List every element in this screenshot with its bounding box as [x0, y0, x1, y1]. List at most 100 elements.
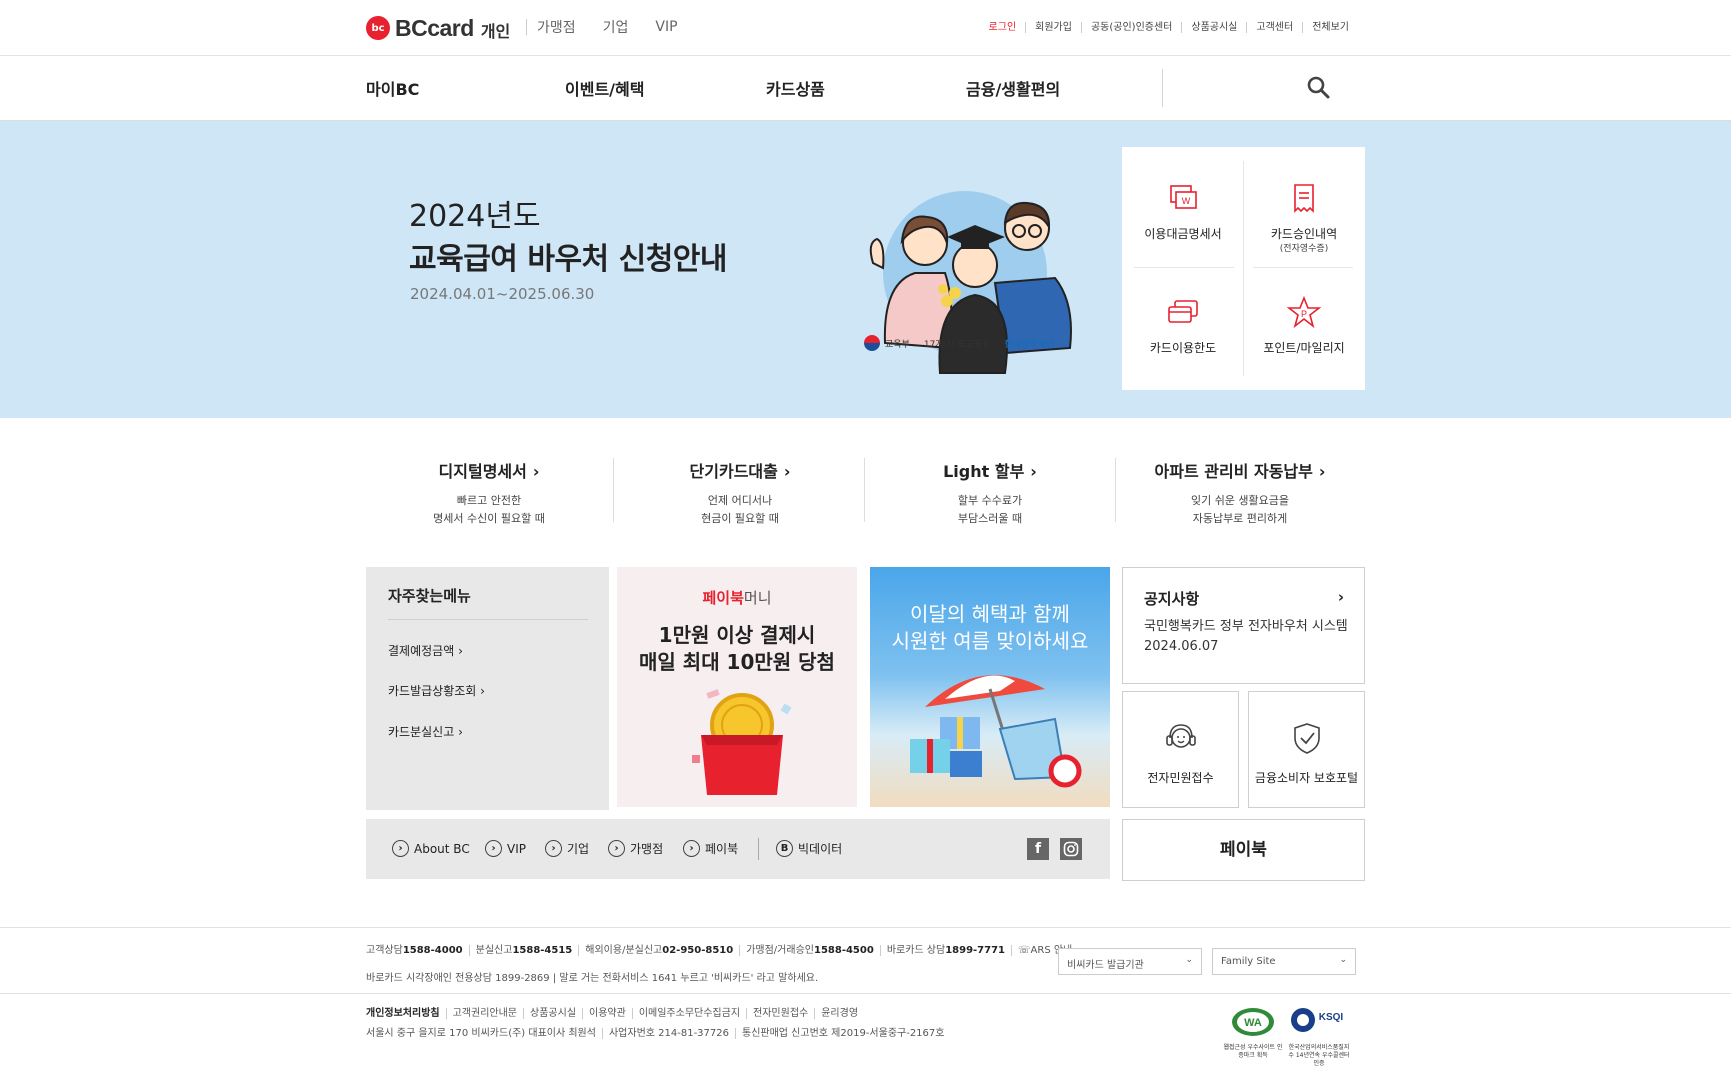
- frequent-menu-divider: [388, 619, 588, 620]
- service-divider: [613, 458, 614, 522]
- family-site-select[interactable]: Family Site ⌄: [1212, 948, 1356, 975]
- partner-kosaf: 한국장학재단: [1004, 339, 1055, 350]
- tile-label: 금융소비자 보호포털: [1254, 771, 1359, 785]
- search-icon[interactable]: [1306, 75, 1330, 99]
- hero-year: 2024년도: [409, 199, 541, 234]
- contact-item: 바로카드 상담1899-7771: [879, 945, 1011, 956]
- quick-points-mileage[interactable]: P 포인트/마일리지: [1249, 295, 1359, 405]
- contact-label: 고객상담: [366, 945, 403, 956]
- facebook-icon[interactable]: f: [1027, 838, 1049, 860]
- arrow-circle-icon: ›: [485, 840, 502, 857]
- service-desc: 할부 수수료가: [957, 494, 1023, 507]
- e-complaint-footer-link[interactable]: 전자민원접수: [746, 1008, 814, 1019]
- corporate-link-bar: › About BC › VIP › 기업 › 가맹점 › 페이북 B 빅데이터 f: [366, 819, 1110, 879]
- customer-center-link[interactable]: 고객센터: [1246, 22, 1302, 33]
- product-disclosure-link[interactable]: 상품공시실: [1181, 22, 1246, 33]
- service-title: 아파트 관리비 자동납부: [1154, 462, 1313, 481]
- arrow-circle-icon: ›: [392, 840, 409, 857]
- logo-wordmark: BCcard: [395, 14, 474, 41]
- link-vip[interactable]: › VIP: [485, 840, 526, 857]
- select-value: Family Site: [1221, 956, 1276, 967]
- link-label: 기업: [567, 842, 590, 856]
- signup-link[interactable]: 회원가입: [1025, 22, 1081, 33]
- service-desc: 부담스러울 때: [957, 512, 1023, 525]
- frequent-item-card-issue-status[interactable]: 카드발급상황조회 ›: [388, 682, 485, 699]
- notice-panel[interactable]: 공지사항 › 국민행복카드 정부 전자바우처 시스템2024.06.07: [1122, 567, 1365, 684]
- footer-accessibility-line: 바로카드 시각장애인 전용상담 1899-2869 | 말로 거는 전화서비스 …: [366, 973, 819, 984]
- promo-summer-benefits[interactable]: 이달의 혜택과 함께 시원한 여름 맞이하세요: [870, 567, 1110, 807]
- main-nav: 마이BC 이벤트/혜택 카드상품 금융/생활편의: [0, 56, 1731, 121]
- consumer-protection-tile[interactable]: 금융소비자 보호포털: [1248, 691, 1365, 808]
- card-issuer-select[interactable]: 비씨카드 발급기관 ⌄: [1058, 948, 1202, 975]
- badge-text: KSQI: [1319, 1012, 1344, 1023]
- chevron-right-icon: ›: [458, 644, 463, 658]
- taegeuk-icon: [864, 335, 880, 351]
- view-all-link[interactable]: 전체보기: [1302, 22, 1358, 33]
- svg-text:P: P: [1301, 309, 1307, 319]
- link-about-bc[interactable]: › About BC: [392, 840, 470, 857]
- family-graduation-illustration: [869, 191, 1072, 374]
- bc-logo-mark-icon: bc: [366, 16, 390, 40]
- nav-finance-life[interactable]: 금융/생활편의: [966, 76, 1060, 100]
- ethics-link[interactable]: 윤리경영: [814, 1008, 864, 1019]
- service-apartment-autopay[interactable]: 아파트 관리비 자동납부 › 잊기 쉬운 생활요금을 자동납부로 편리하게: [1115, 458, 1365, 528]
- link-label: VIP: [507, 841, 526, 856]
- bigdata-b-icon: B: [776, 840, 793, 857]
- link-label: 페이북: [705, 842, 739, 856]
- nav-card-products[interactable]: 카드상품: [766, 76, 825, 100]
- privacy-policy-link[interactable]: 개인정보처리방침: [366, 1008, 446, 1019]
- quick-label: 이용대금명세서: [1144, 227, 1222, 241]
- paybook-tile[interactable]: 페이북: [1122, 819, 1365, 881]
- login-link[interactable]: 로그인: [980, 22, 1026, 33]
- email-collection-ban-link[interactable]: 이메일주소무단수집금지: [631, 1008, 746, 1019]
- notice-title: 공지사항: [1144, 590, 1200, 608]
- nav-my-bc[interactable]: 마이BC: [366, 76, 419, 100]
- card-limit-icon: [1168, 300, 1198, 323]
- notice-latest-item[interactable]: 국민행복카드 정부 전자바우처 시스템2024.06.07: [1144, 617, 1349, 657]
- promo-paybook-money[interactable]: 페이북머니 1만원 이상 결제시 매일 최대 10만원 당첨: [617, 567, 857, 807]
- e-complaint-tile[interactable]: 전자민원접수: [1122, 691, 1239, 808]
- nav-events-benefits[interactable]: 이벤트/혜택: [565, 76, 644, 100]
- mail-order-number: 통신판매업 신고번호 제2019-서울중구-2167호: [735, 1028, 950, 1039]
- service-light-installment[interactable]: Light 할부 › 할부 수수료가 부담스러울 때: [865, 458, 1115, 528]
- contact-item: 분실신고1588-4515: [468, 945, 579, 956]
- bccard-logo[interactable]: bc BCcard 개인: [366, 14, 510, 42]
- service-desc: 잊기 쉬운 생활요금을: [1190, 494, 1290, 507]
- instagram-icon[interactable]: [1060, 838, 1082, 860]
- cert-center-link[interactable]: 공동(공인)인증센터: [1080, 22, 1181, 33]
- segment-vip[interactable]: VIP: [655, 19, 677, 35]
- top-bar: bc BCcard 개인 가맹점 기업 VIP 로그인 회원가입 공동(공인)인…: [0, 0, 1731, 56]
- link-merchant[interactable]: › 가맹점: [608, 840, 663, 857]
- customer-rights-link[interactable]: 고객권리안내문: [445, 1008, 523, 1019]
- shield-check-icon: [1293, 723, 1320, 754]
- frequent-item-payment-due[interactable]: 결제예정금액 ›: [388, 642, 463, 659]
- quick-bill-statement[interactable]: W 이용대금명세서: [1128, 181, 1238, 291]
- frequent-item-lost-card[interactable]: 카드분실신고 ›: [388, 723, 463, 740]
- link-paybook[interactable]: › 페이북: [683, 840, 738, 857]
- tile-label: 전자민원접수: [1147, 771, 1214, 785]
- service-desc: 언제 어디서나: [707, 494, 773, 507]
- chevron-right-icon: ›: [1030, 462, 1037, 481]
- ksqi-mark-icon: KSQI: [1291, 1008, 1344, 1032]
- quick-menu-box: W 이용대금명세서 카드승인내역 (전자영수증) 카드이용한도 P 포인트/마일…: [1122, 147, 1365, 390]
- svg-text:W: W: [1182, 196, 1191, 206]
- link-corporate[interactable]: › 기업: [545, 840, 589, 857]
- link-label: 빅데이터: [798, 842, 843, 856]
- service-title: 단기카드대출: [689, 462, 778, 481]
- quick-card-limit[interactable]: 카드이용한도: [1128, 295, 1238, 405]
- arrow-circle-icon: ›: [545, 840, 562, 857]
- red-envelope-coin-icon: [692, 689, 792, 795]
- link-divider: [758, 838, 759, 860]
- quick-approval-history[interactable]: 카드승인내역 (전자영수증): [1249, 181, 1359, 291]
- link-bigdata[interactable]: B 빅데이터: [776, 840, 842, 857]
- hero-banner[interactable]: 2024년도 교육급여 바우처 신청안내 2024.04.01~2025.06.…: [0, 121, 1731, 418]
- arrow-circle-icon: ›: [608, 840, 625, 857]
- chevron-right-icon[interactable]: ›: [1338, 588, 1344, 606]
- partner-logos: 교육부 17개 시·도교육청 한국장학재단: [864, 335, 1068, 351]
- terms-link[interactable]: 이용약관: [582, 1008, 632, 1019]
- segment-corporate[interactable]: 기업: [603, 17, 629, 37]
- segment-merchant[interactable]: 가맹점: [537, 17, 576, 37]
- service-short-term-loan[interactable]: 단기카드대출 › 언제 어디서나 현금이 필요할 때: [615, 458, 865, 528]
- product-disclosure-footer-link[interactable]: 상품공시실: [523, 1008, 582, 1019]
- service-digital-statement[interactable]: 디지털명세서 › 빠르고 안전한 명세서 수신이 필요할 때: [364, 458, 614, 528]
